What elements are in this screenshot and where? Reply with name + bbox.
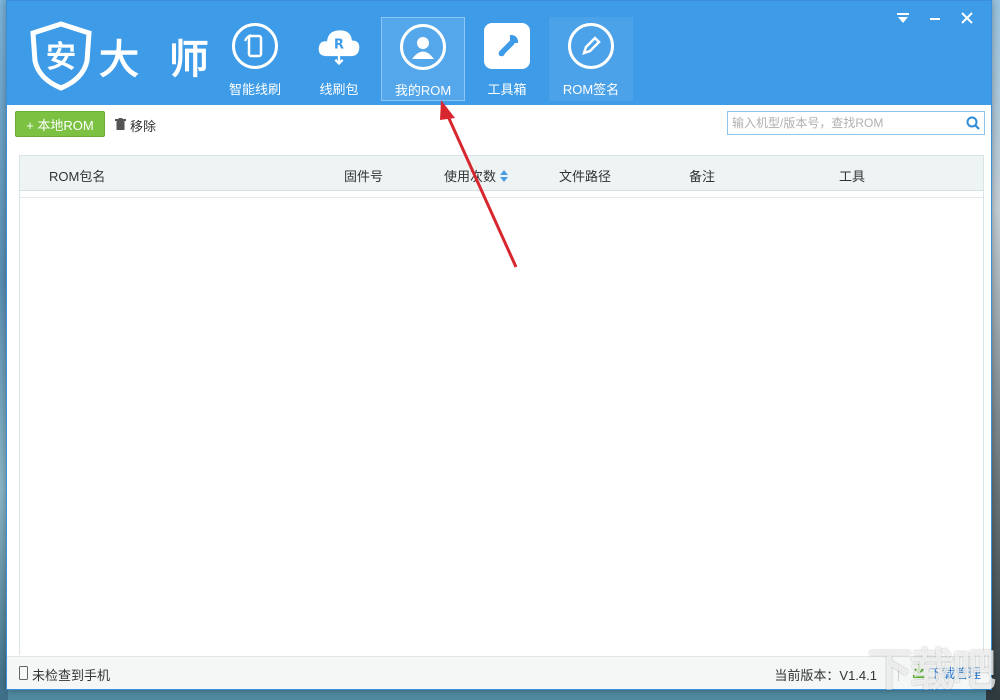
- shield-logo-icon: 安: [30, 21, 92, 91]
- header-bar: 安 大 师 智能线刷 R 线刷包 我的ROM 工具箱 ROM签名: [7, 1, 991, 105]
- add-local-rom-button[interactable]: + 本地ROM: [15, 111, 105, 137]
- remove-label: 移除: [130, 118, 157, 134]
- nav-label: 工具箱: [487, 82, 527, 97]
- remove-button[interactable]: 移除: [115, 115, 156, 135]
- nav-label: ROM签名: [562, 82, 620, 97]
- search-icon[interactable]: [962, 112, 984, 134]
- nav-flash-package[interactable]: R 线刷包: [297, 17, 381, 101]
- user-icon: [400, 24, 446, 70]
- logo-text: 大 师: [99, 37, 217, 83]
- app-window: 安 大 师 智能线刷 R 线刷包 我的ROM 工具箱 ROM签名 + 本地ROM…: [6, 0, 992, 690]
- pen-icon: [568, 23, 614, 69]
- column-header-usage-count-label: 使用次数: [444, 169, 497, 184]
- toolbar: + 本地ROM 移除: [7, 105, 991, 147]
- sort-icon[interactable]: [500, 170, 509, 185]
- column-header-file-path[interactable]: 文件路径: [559, 166, 611, 185]
- search-box: [727, 111, 985, 135]
- phone-icon: [19, 666, 28, 683]
- phone-refresh-icon: [232, 23, 278, 69]
- version-label: 当前版本：V1.4.1: [774, 668, 877, 683]
- nav-label: 智能线刷: [228, 82, 281, 97]
- wrench-icon: [484, 23, 530, 69]
- status-bar: 未检查到手机 当前版本：V1.4.1 下载管理: [7, 656, 991, 689]
- column-header-usage-count[interactable]: 使用次数: [444, 166, 509, 185]
- table-header-spacer: [20, 191, 983, 198]
- divider: [897, 664, 899, 681]
- table-body: [20, 198, 983, 656]
- nav-toolbox[interactable]: 工具箱: [465, 17, 549, 101]
- nav-smart-flash[interactable]: 智能线刷: [213, 17, 297, 101]
- column-header-rom-name[interactable]: ROM包名: [49, 166, 105, 185]
- close-icon[interactable]: [951, 7, 983, 29]
- window-controls: [887, 7, 983, 29]
- svg-text:R: R: [334, 38, 344, 53]
- menu-icon[interactable]: [887, 7, 919, 29]
- app-logo: 安 大 师: [29, 21, 217, 91]
- trash-icon: [115, 117, 126, 133]
- main-nav: 智能线刷 R 线刷包 我的ROM 工具箱 ROM签名: [213, 17, 633, 101]
- nav-label: 我的ROM: [394, 83, 452, 98]
- column-header-tools[interactable]: 工具: [839, 166, 865, 185]
- column-header-firmware[interactable]: 固件号: [344, 166, 383, 185]
- nav-rom-sign[interactable]: ROM签名: [549, 17, 633, 101]
- search-input[interactable]: [728, 113, 962, 133]
- download-manager-button[interactable]: 下载管理: [897, 663, 981, 682]
- logo-glyph: 安: [46, 40, 76, 75]
- nav-my-rom[interactable]: 我的ROM: [381, 17, 465, 101]
- column-header-notes[interactable]: 备注: [689, 166, 715, 185]
- download-manager-label: 下载管理: [928, 666, 981, 681]
- minimize-icon[interactable]: [919, 7, 951, 29]
- rom-table: ROM包名 固件号 使用次数 文件路径 备注 工具: [19, 155, 984, 656]
- cloud-rom-icon: R: [316, 23, 362, 69]
- download-icon: [912, 664, 925, 681]
- phone-status: 未检查到手机: [19, 665, 110, 684]
- table-header: ROM包名 固件号 使用次数 文件路径 备注 工具: [20, 156, 983, 191]
- nav-label: 线刷包: [319, 82, 359, 97]
- phone-status-text: 未检查到手机: [32, 668, 111, 683]
